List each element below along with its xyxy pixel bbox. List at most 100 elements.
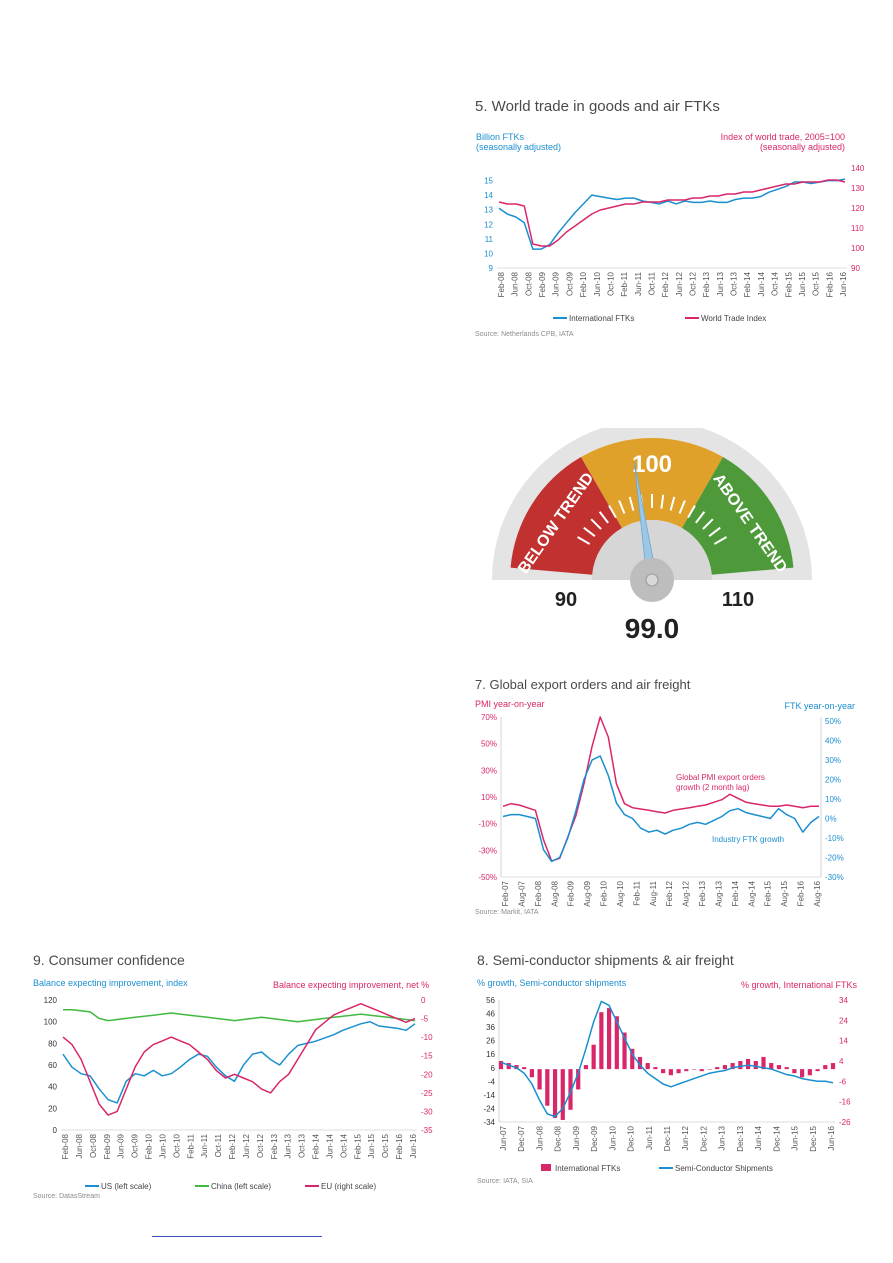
y-tick-label-right: 0 xyxy=(421,996,426,1005)
source-note: Source: Netherlands CPB, IATA xyxy=(475,331,574,338)
x-tick-label: Oct-10 xyxy=(606,271,615,296)
source-note: Source: Markit, IATA xyxy=(475,909,539,916)
y-tick-label-right: 4 xyxy=(839,1057,844,1066)
y-tick-label-left: -50% xyxy=(478,873,497,882)
left-axis-label: Balance expecting improvement, index xyxy=(33,978,188,988)
y-tick-label-right: -10% xyxy=(825,834,844,843)
bar xyxy=(552,1069,558,1118)
bar xyxy=(807,1069,812,1076)
gauge-high-label: 110 xyxy=(722,589,754,611)
bar xyxy=(823,1065,828,1070)
x-tick-label: Jun-10 xyxy=(608,1125,617,1150)
y-tick-label-right: -20% xyxy=(825,853,844,862)
y-tick-label-left: 36 xyxy=(486,1023,495,1032)
x-tick-label: Jun-11 xyxy=(645,1125,654,1149)
legend-label: International FTKs xyxy=(555,1164,620,1173)
bar xyxy=(722,1065,728,1070)
gauge-low-label: 90 xyxy=(555,589,577,611)
source-note: Source: IATA, SIA xyxy=(477,1178,533,1185)
x-tick-label: Aug-12 xyxy=(682,880,691,906)
bar xyxy=(784,1067,789,1070)
pmi-annotation-line1: Global PMI export orders xyxy=(676,773,765,782)
x-tick-label: Jun-13 xyxy=(716,271,725,296)
y-tick-label-right: -10 xyxy=(421,1033,433,1042)
x-tick-label: Jun-12 xyxy=(675,271,684,296)
x-tick-label: Aug-07 xyxy=(517,880,526,906)
y-tick-label-left: 56 xyxy=(486,996,495,1005)
x-tick-label: Dec-11 xyxy=(663,1125,672,1151)
x-tick-label: Jun-11 xyxy=(634,271,643,295)
x-tick-label: Oct-15 xyxy=(381,1133,390,1158)
x-tick-label: Jun-14 xyxy=(757,271,766,296)
x-tick-label: Feb-15 xyxy=(784,271,793,297)
x-tick-label: Feb-14 xyxy=(312,1133,321,1159)
bar xyxy=(776,1065,782,1070)
bar xyxy=(545,1069,550,1106)
legend-swatch xyxy=(541,1164,551,1171)
x-tick-label: Feb-14 xyxy=(743,271,752,297)
bar xyxy=(661,1069,666,1074)
x-tick-label: Feb-16 xyxy=(797,880,806,906)
y-tick-label-left: 120 xyxy=(44,996,58,1005)
y-tick-label-left: -14 xyxy=(483,1091,495,1100)
y-tick-label-right: -30 xyxy=(421,1107,433,1116)
x-tick-label: Feb-11 xyxy=(632,880,641,905)
x-tick-label: Feb-13 xyxy=(702,271,711,297)
y-tick-label-left: 70% xyxy=(481,713,497,722)
x-tick-label: Jun-09 xyxy=(117,1133,126,1158)
bar xyxy=(830,1063,836,1070)
gauge-needle-pivot xyxy=(645,573,659,587)
x-tick-label: Dec-13 xyxy=(736,1125,745,1151)
y-tick-label-left: 100 xyxy=(44,1018,58,1027)
x-tick-label: Oct-14 xyxy=(771,271,780,296)
y-tick-label-left: 11 xyxy=(485,235,494,244)
x-tick-label: Oct-08 xyxy=(89,1133,98,1158)
y-tick-label-left: 12 xyxy=(484,220,493,229)
gauge-value: 99.0 xyxy=(625,613,680,643)
x-tick-label: Feb-16 xyxy=(395,1133,404,1159)
x-tick-label: Jun-08 xyxy=(535,1125,544,1150)
series-line xyxy=(63,1009,416,1023)
right-axis-label: Balance expecting improvement, net % xyxy=(273,980,430,990)
x-tick-label: Oct-11 xyxy=(214,1133,223,1157)
bar xyxy=(668,1069,673,1076)
bar xyxy=(591,1044,596,1070)
x-tick-label: Oct-11 xyxy=(647,271,656,295)
x-tick-label: Jun-10 xyxy=(158,1133,167,1158)
pmi-annotation: Global PMI export orders growth (2 month… xyxy=(676,773,765,793)
bar xyxy=(684,1069,689,1072)
chart-consumer-confidence: 9. Consumer confidence Balance expecting… xyxy=(33,952,453,1212)
y-tick-label-left: 16 xyxy=(486,1050,495,1059)
hyperlink-underline[interactable] xyxy=(152,1236,322,1237)
x-tick-label: Dec-15 xyxy=(809,1125,818,1151)
x-tick-label: Feb-08 xyxy=(61,1133,70,1159)
left-axis-label: % growth, Semi-conductor shipments xyxy=(477,978,627,988)
x-tick-label: Dec-09 xyxy=(590,1125,599,1151)
x-tick-label: Jun-14 xyxy=(325,1133,334,1158)
x-tick-label: Dec-14 xyxy=(772,1125,781,1151)
bar xyxy=(699,1069,704,1072)
x-tick-label: Oct-09 xyxy=(565,271,574,296)
x-tick-label: Dec-10 xyxy=(627,1125,636,1151)
y-tick-label-right: 90 xyxy=(851,264,860,273)
y-tick-label-right: 40% xyxy=(825,736,841,745)
y-tick-label-right: -20 xyxy=(421,1070,433,1079)
left-axis-label: PMI year-on-year xyxy=(475,699,545,709)
series-line xyxy=(500,1000,834,1118)
x-tick-label: Feb-11 xyxy=(186,1133,195,1158)
bar xyxy=(583,1065,589,1070)
bar xyxy=(738,1061,743,1070)
y-tick-label-left: 0 xyxy=(53,1126,58,1135)
x-tick-label: Jun-08 xyxy=(75,1133,84,1158)
y-tick-label-left: 10 xyxy=(484,249,493,258)
x-tick-label: Jun-12 xyxy=(242,1133,251,1158)
x-tick-label: Aug-11 xyxy=(649,880,658,906)
x-tick-label: Feb-11 xyxy=(620,271,629,296)
x-tick-label: Oct-12 xyxy=(689,271,698,296)
chart-plot: 0 20 40 60 80 100 120 0 -5 -10 -15 -20 -25 -30 -35 Feb-… xyxy=(44,996,433,1191)
bar xyxy=(599,1012,604,1070)
chart-plot: 9 10 11 12 13 14 15 90 100 110 120 130 140 Feb-08 Jun-… xyxy=(484,164,865,323)
x-tick-label: Feb-14 xyxy=(731,880,740,906)
x-tick-label: Feb-12 xyxy=(665,880,674,906)
x-tick-label: Feb-16 xyxy=(825,271,834,297)
